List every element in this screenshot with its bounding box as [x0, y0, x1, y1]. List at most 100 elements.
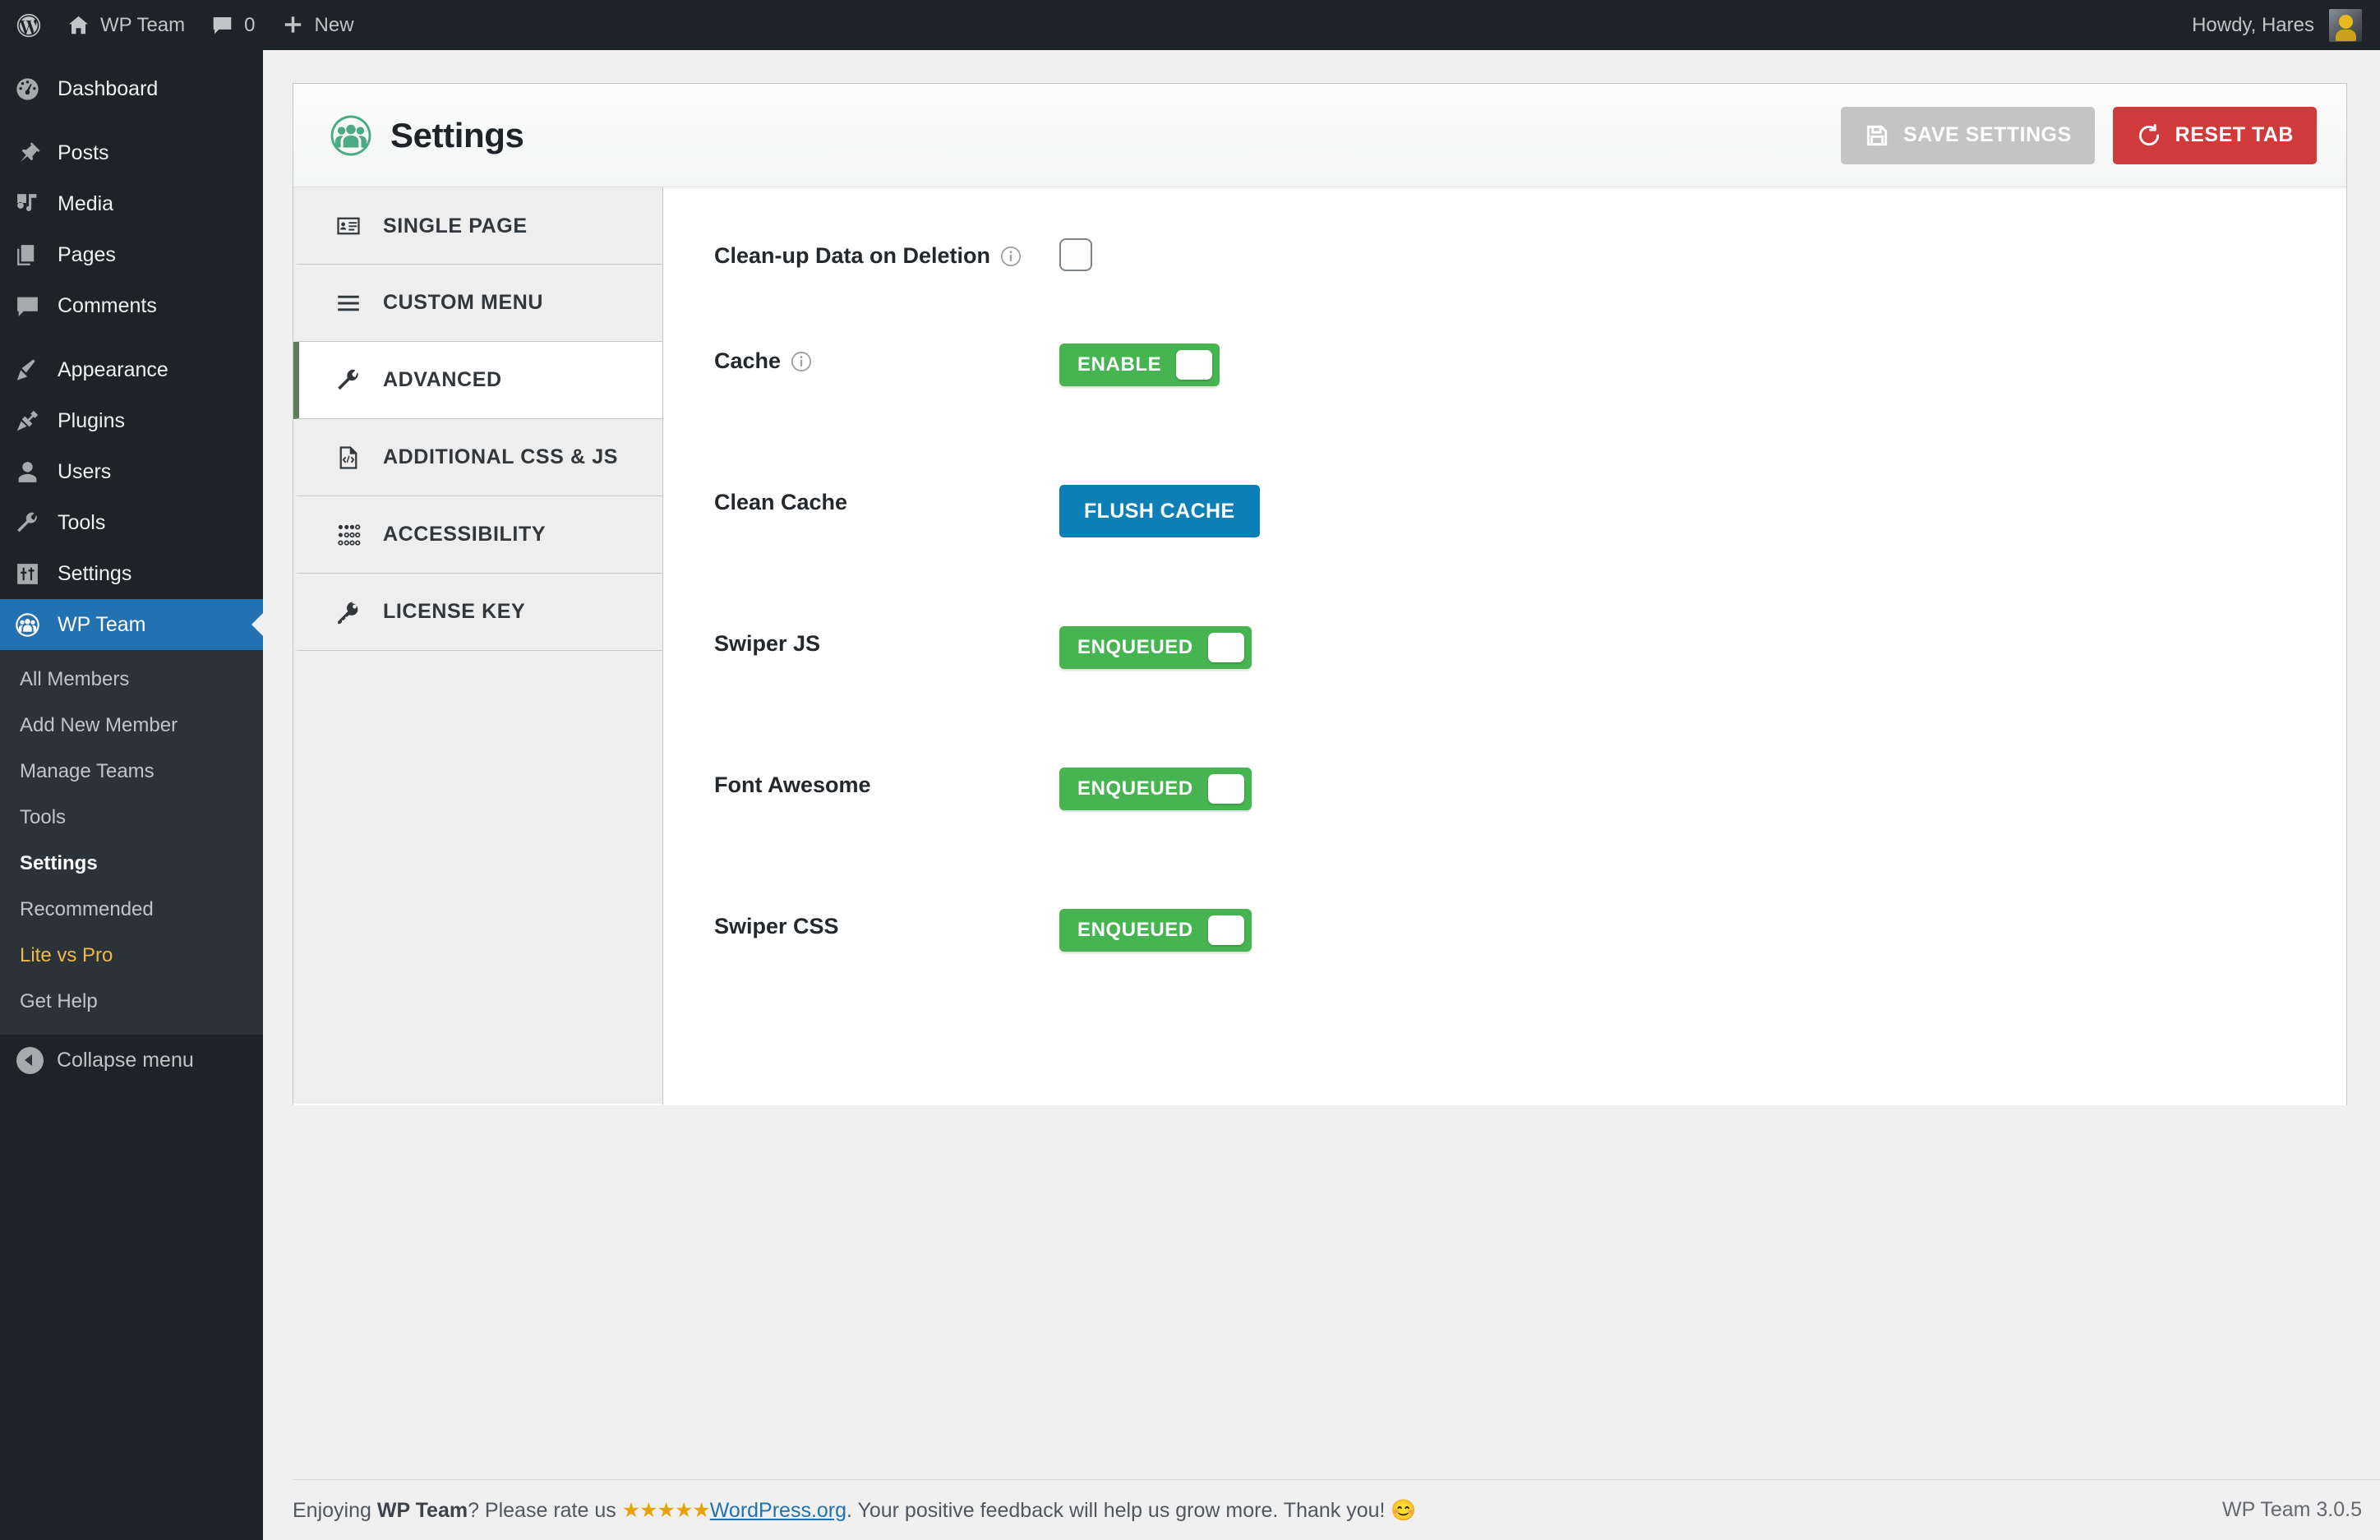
dashboard-icon [15, 76, 58, 102]
info-icon[interactable] [1000, 246, 1022, 267]
tab-license-key[interactable]: LICENSE KEY [293, 574, 662, 651]
pin-icon [15, 141, 58, 166]
wordpress-org-link[interactable]: WordPress.org [710, 1499, 846, 1522]
submenu-item-recommended[interactable]: Recommended [0, 887, 263, 933]
save-settings-button[interactable]: SAVE SETTINGS [1840, 106, 2095, 164]
account-menu[interactable]: Howdy, Hares [2192, 8, 2380, 42]
submenu-item-manage-teams[interactable]: Manage Teams [0, 749, 263, 795]
sidebar-item-pages[interactable]: Pages [0, 229, 263, 280]
cache-toggle[interactable]: ENABLE [1059, 344, 1220, 386]
tab-label: LICENSE KEY [383, 600, 526, 623]
settings-fields: Clean-up Data on Deletion Cache ENABLE C… [663, 187, 2346, 1105]
submenu-item-lite-vs-pro[interactable]: Lite vs Pro [0, 933, 263, 979]
submenu-item-all-members[interactable]: All Members [0, 657, 263, 703]
new-content-menu[interactable]: New [269, 0, 367, 50]
field-row-font-awesome: Font Awesome ENQUEUED [663, 768, 2346, 909]
main-content-area: Settings SAVE SETTINGS RESET TAB SINGLE … [263, 50, 2380, 1540]
footer-rating-text: Enjoying WP Team? Please rate us ★★★★★Wo… [293, 1498, 1417, 1523]
tab-label: SINGLE PAGE [383, 214, 528, 237]
sidebar-item-label: Media [58, 191, 114, 215]
sidebar-item-label: Comments [58, 293, 157, 317]
code-file-icon [335, 445, 365, 471]
footer-brand: WP Team [376, 1498, 468, 1522]
submenu-item-settings[interactable]: Settings [0, 841, 263, 887]
sidebar-item-label: WP Team [58, 612, 146, 636]
settings-tab-list: SINGLE PAGE CUSTOM MENU ADVANCED ADDITIO… [293, 187, 663, 1105]
footer-suffix: . Your positive feedback will help us gr… [846, 1498, 1417, 1522]
flush-cache-button[interactable]: FLUSH CACHE [1059, 485, 1260, 537]
plus-icon [282, 14, 304, 36]
toggle-knob [1207, 633, 1244, 662]
collapse-menu-label: Collapse menu [57, 1048, 194, 1072]
submenu-item-get-help[interactable]: Get Help [0, 979, 263, 1025]
avatar [2329, 8, 2362, 42]
sidebar-item-dashboard[interactable]: Dashboard [0, 63, 263, 114]
sidebar-item-comments[interactable]: Comments [0, 280, 263, 331]
field-row-cache: Cache ENABLE [663, 344, 2346, 485]
key-icon [335, 599, 365, 625]
submenu-item-add-new-member[interactable]: Add New Member [0, 703, 263, 749]
sidebar-item-label: Users [58, 459, 112, 483]
sidebar-item-tools[interactable]: Tools [0, 497, 263, 548]
sidebar-item-wp-team[interactable]: WP Team [0, 599, 263, 650]
wordpress-logo-button[interactable] [0, 0, 54, 50]
collapse-menu-button[interactable]: Collapse menu [0, 1035, 263, 1086]
rating-stars[interactable]: ★★★★★ [622, 1499, 711, 1522]
id-card-icon [335, 213, 365, 239]
sidebar-item-label: Tools [58, 510, 106, 534]
admin-bar: WP Team 0 New Howdy, Hares [0, 0, 2380, 50]
admin-footer: Enjoying WP Team? Please rate us ★★★★★Wo… [293, 1479, 2380, 1540]
sidebar-item-label: Plugins [58, 408, 125, 432]
cleanup-data-checkbox[interactable] [1059, 238, 1092, 271]
tab-label: CUSTOM MENU [383, 291, 544, 314]
sidebar-item-label: Posts [58, 141, 109, 164]
toggle-label: ENQUEUED [1077, 636, 1193, 658]
submenu-item-tools[interactable]: Tools [0, 795, 263, 841]
pages-icon [15, 242, 58, 268]
floppy-disk-icon [1864, 122, 1890, 149]
plugin-version: WP Team 3.0.5 [2222, 1498, 2362, 1521]
tab-accessibility[interactable]: ACCESSIBILITY [293, 496, 662, 574]
sidebar-item-label: Settings [58, 561, 132, 585]
plug-icon [15, 408, 58, 434]
settings-panel-header: Settings SAVE SETTINGS RESET TAB [293, 84, 2346, 187]
page-title: Settings [390, 115, 524, 154]
field-label: Clean-up Data on Deletion [714, 243, 991, 268]
tab-additional-css-js[interactable]: ADDITIONAL CSS & JS [293, 419, 662, 496]
sidebar-item-posts[interactable]: Posts [0, 127, 263, 178]
sidebar-item-users[interactable]: Users [0, 446, 263, 497]
site-name-menu[interactable]: WP Team [54, 0, 198, 50]
footer-mid: ? Please rate us [468, 1498, 622, 1522]
toggle-knob [1207, 774, 1244, 804]
tab-label: ADDITIONAL CSS & JS [383, 445, 618, 468]
team-icon [15, 612, 58, 638]
field-label-group: Swiper CSS [714, 909, 1059, 939]
site-name-label: WP Team [100, 13, 186, 36]
sidebar-item-label: Dashboard [58, 76, 159, 100]
reset-tab-button[interactable]: RESET TAB [2112, 106, 2317, 164]
swiper-css-toggle[interactable]: ENQUEUED [1059, 909, 1252, 952]
tab-custom-menu[interactable]: CUSTOM MENU [293, 265, 662, 342]
swiper-js-toggle[interactable]: ENQUEUED [1059, 626, 1252, 669]
menu-top-spacer [0, 50, 263, 63]
info-icon[interactable] [791, 351, 812, 372]
user-icon [15, 459, 58, 485]
wp-team-submenu: All Members Add New Member Manage Teams … [0, 650, 263, 1035]
sidebar-item-appearance[interactable]: Appearance [0, 344, 263, 395]
comments-bubble[interactable]: 0 [198, 0, 268, 50]
wp-team-group-icon [330, 114, 372, 157]
refresh-icon [2136, 122, 2162, 149]
sidebar-item-settings[interactable]: Settings [0, 548, 263, 599]
field-row-cleanup-data: Clean-up Data on Deletion [663, 187, 2346, 344]
sidebar-item-plugins[interactable]: Plugins [0, 395, 263, 446]
wrench-icon [15, 510, 58, 536]
toggle-label: ENQUEUED [1077, 919, 1193, 941]
sidebar-item-media[interactable]: Media [0, 178, 263, 229]
font-awesome-toggle[interactable]: ENQUEUED [1059, 768, 1252, 810]
tab-single-page[interactable]: SINGLE PAGE [293, 187, 662, 265]
braille-dots-icon [335, 522, 365, 548]
field-label: Swiper JS [714, 631, 821, 656]
tab-advanced[interactable]: ADVANCED [293, 342, 662, 419]
toggle-label: ENQUEUED [1077, 777, 1193, 800]
settings-panel: Settings SAVE SETTINGS RESET TAB SINGLE … [293, 83, 2347, 1105]
